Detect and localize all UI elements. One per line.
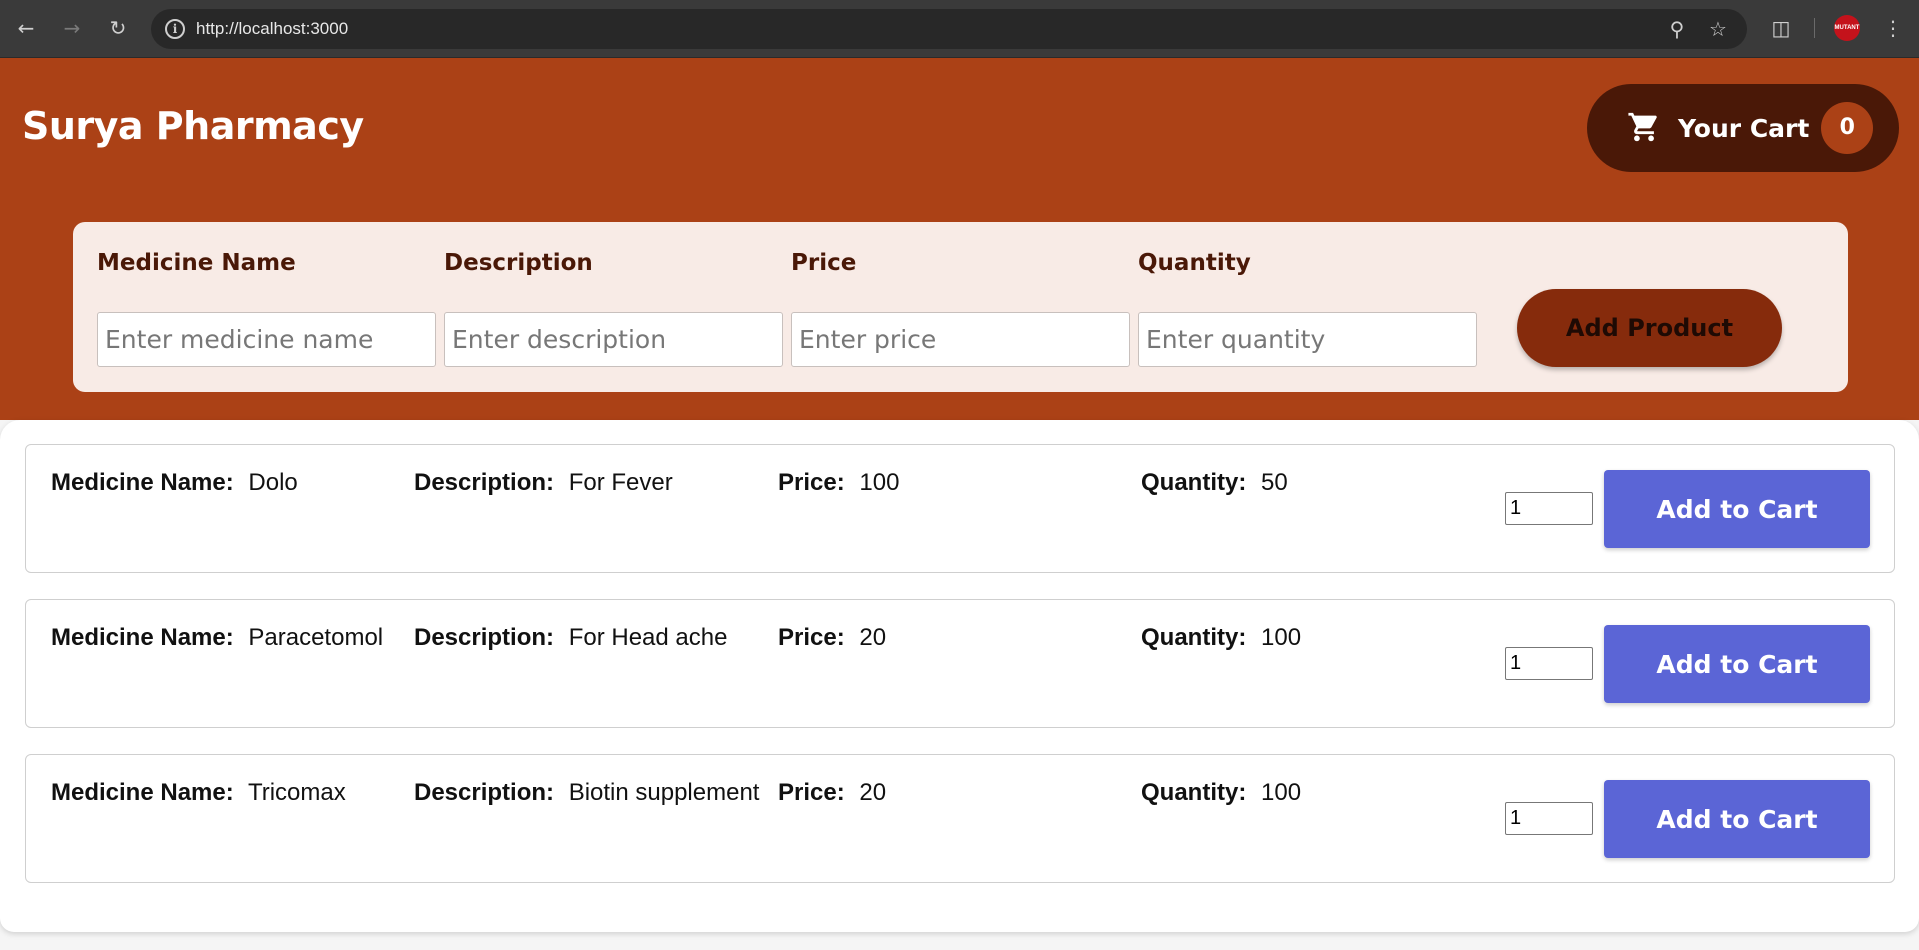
quantity-value: 100 bbox=[1261, 624, 1302, 651]
profile-avatar[interactable]: MUTANT bbox=[1834, 15, 1860, 41]
reload-icon[interactable]: ↻ bbox=[104, 14, 132, 42]
description-value: Biotin supplement bbox=[568, 779, 760, 806]
medicine-name-value: Tricomax bbox=[247, 779, 346, 806]
quantity-cell: Quantity: 50 bbox=[1141, 469, 1288, 497]
medicine-name-label: Medicine Name bbox=[97, 250, 296, 276]
url-text[interactable]: http://localhost:3000 bbox=[196, 19, 348, 39]
quantity-key: Quantity: bbox=[1141, 624, 1247, 651]
order-quantity-input[interactable] bbox=[1505, 647, 1593, 680]
order-quantity-input[interactable] bbox=[1505, 802, 1593, 835]
price-value: 20 bbox=[859, 624, 887, 651]
medicine-name-key: Medicine Name: bbox=[51, 624, 234, 651]
description-key: Description: bbox=[414, 624, 555, 651]
price-value: 100 bbox=[859, 469, 900, 496]
quantity-cell: Quantity: 100 bbox=[1141, 624, 1301, 652]
quantity-cell: Quantity: 100 bbox=[1141, 779, 1301, 807]
menu-kebab-icon[interactable]: ⋮ bbox=[1880, 15, 1906, 41]
address-bar[interactable]: i http://localhost:3000 ⚲ ☆ bbox=[151, 9, 1747, 49]
description-input[interactable] bbox=[444, 312, 783, 367]
shopping-cart-icon bbox=[1626, 110, 1662, 146]
extensions-icon[interactable]: ◫ bbox=[1768, 15, 1794, 41]
app-header: Surya Pharmacy Your Cart 0 Medicine Name… bbox=[0, 58, 1919, 420]
quantity-value: 50 bbox=[1261, 469, 1288, 496]
quantity-label: Quantity bbox=[1138, 250, 1251, 276]
product-row: Medicine Name: Dolo Description: For Fev… bbox=[25, 444, 1895, 573]
description-key: Description: bbox=[414, 779, 555, 806]
add-to-cart-button[interactable]: Add to Cart bbox=[1604, 625, 1870, 703]
browser-toolbar: ← → ↻ i http://localhost:3000 ⚲ ☆ ◫ MUTA… bbox=[0, 0, 1919, 58]
add-product-button[interactable]: Add Product bbox=[1517, 289, 1782, 367]
product-row: Medicine Name: Tricomax Description: Bio… bbox=[25, 754, 1895, 883]
price-cell: Price: 20 bbox=[778, 624, 886, 652]
description-cell: Description: Biotin supplement bbox=[414, 779, 759, 807]
price-label: Price bbox=[791, 250, 857, 276]
description-cell: Description: For Head ache bbox=[414, 624, 727, 652]
description-value: For Head ache bbox=[568, 624, 728, 651]
medicine-name-cell: Medicine Name: Tricomax bbox=[51, 779, 346, 807]
quantity-key: Quantity: bbox=[1141, 469, 1247, 496]
price-cell: Price: 20 bbox=[778, 779, 886, 807]
quantity-value: 100 bbox=[1261, 779, 1302, 806]
price-key: Price: bbox=[778, 624, 845, 651]
quantity-key: Quantity: bbox=[1141, 779, 1247, 806]
medicine-name-key: Medicine Name: bbox=[51, 779, 234, 806]
price-cell: Price: 100 bbox=[778, 469, 899, 497]
cart-count-badge: 0 bbox=[1821, 102, 1874, 154]
cart-label: Your Cart bbox=[1678, 113, 1810, 143]
medicine-name-cell: Medicine Name: Dolo bbox=[51, 469, 298, 497]
toolbar-divider bbox=[1814, 18, 1815, 38]
site-info-icon[interactable]: i bbox=[165, 19, 185, 39]
medicine-name-cell: Medicine Name: Paracetomol bbox=[51, 624, 383, 652]
quantity-input[interactable] bbox=[1138, 312, 1477, 367]
cart-button[interactable]: Your Cart 0 bbox=[1587, 84, 1899, 172]
product-row: Medicine Name: Paracetomol Description: … bbox=[25, 599, 1895, 728]
price-key: Price: bbox=[778, 469, 845, 496]
back-arrow-icon[interactable]: ← bbox=[12, 14, 40, 42]
price-value: 20 bbox=[859, 779, 887, 806]
description-label: Description bbox=[444, 250, 593, 276]
add-to-cart-button[interactable]: Add to Cart bbox=[1604, 470, 1870, 548]
price-input[interactable] bbox=[791, 312, 1130, 367]
product-list: Medicine Name: Dolo Description: For Fev… bbox=[0, 420, 1919, 932]
bookmark-star-icon[interactable]: ☆ bbox=[1706, 17, 1730, 41]
medicine-name-value: Paracetomol bbox=[248, 624, 384, 651]
description-key: Description: bbox=[414, 469, 555, 496]
brand-title: Surya Pharmacy bbox=[22, 104, 364, 148]
add-to-cart-button[interactable]: Add to Cart bbox=[1604, 780, 1870, 858]
price-key: Price: bbox=[778, 779, 845, 806]
description-cell: Description: For Fever bbox=[414, 469, 673, 497]
add-product-form: Medicine Name Description Price Quantity… bbox=[73, 222, 1848, 392]
order-quantity-input[interactable] bbox=[1505, 492, 1593, 525]
medicine-name-input[interactable] bbox=[97, 312, 436, 367]
forward-arrow-icon[interactable]: → bbox=[58, 14, 86, 42]
zoom-icon[interactable]: ⚲ bbox=[1665, 17, 1689, 41]
medicine-name-value: Dolo bbox=[248, 469, 298, 496]
medicine-name-key: Medicine Name: bbox=[51, 469, 234, 496]
description-value: For Fever bbox=[568, 469, 673, 496]
